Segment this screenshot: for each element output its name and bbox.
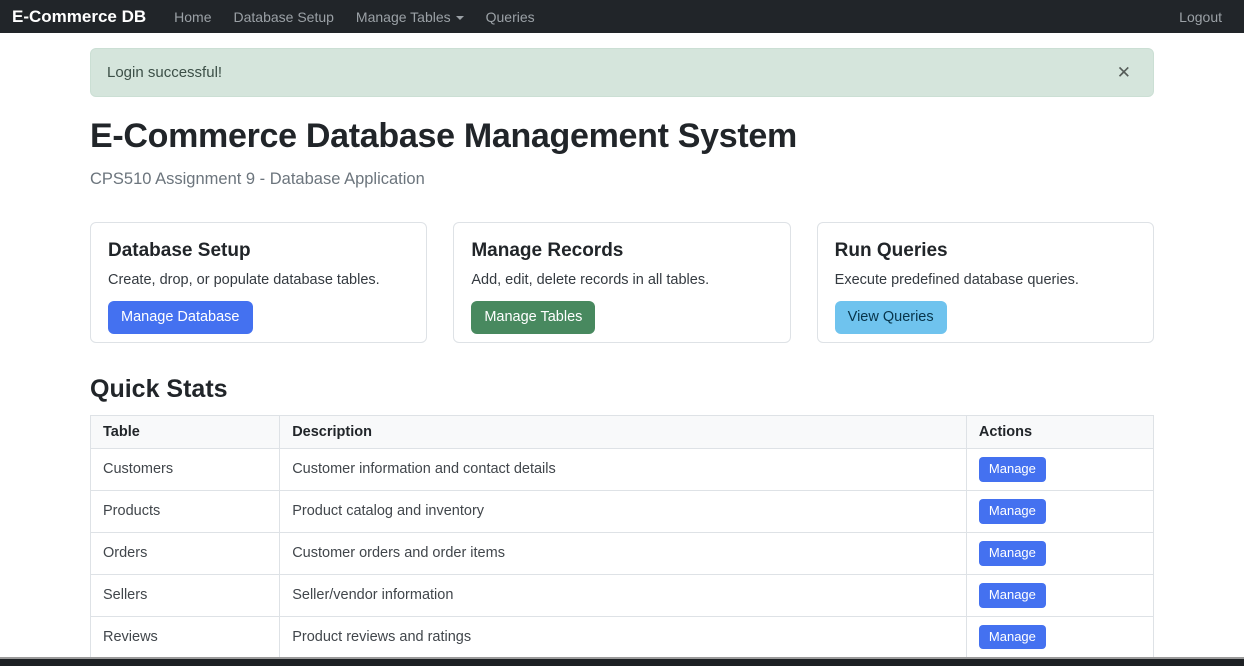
manage-customers-button[interactable]: Manage — [979, 457, 1046, 482]
cell-description: Product reviews and ratings — [280, 616, 967, 658]
card-title: Database Setup — [108, 240, 409, 262]
card-manage-records: Manage Records Add, edit, delete records… — [453, 222, 790, 343]
page-title: E-Commerce Database Management System — [90, 117, 1154, 156]
column-header-actions: Actions — [966, 416, 1153, 449]
table-row-customers: Customers Customer information and conta… — [91, 449, 1154, 491]
cell-table-name: Orders — [91, 532, 280, 574]
view-queries-button[interactable]: View Queries — [835, 301, 947, 334]
cell-description: Product catalog and inventory — [280, 490, 967, 532]
manage-orders-button[interactable]: Manage — [979, 541, 1046, 566]
action-cards-row: Database Setup Create, drop, or populate… — [90, 222, 1154, 343]
close-icon[interactable]: ✕ — [1111, 62, 1137, 83]
nav-item-manage-tables-label: Manage Tables — [356, 9, 451, 25]
navbar-brand[interactable]: E-Commerce DB — [12, 7, 146, 27]
navbar-links: Home Database Setup Manage Tables Querie… — [164, 3, 545, 31]
quick-stats-table: Table Description Actions Customers Cust… — [90, 415, 1154, 658]
page-subtitle: CPS510 Assignment 9 - Database Applicati… — [90, 170, 1154, 189]
table-row-sellers: Sellers Seller/vendor information Manage — [91, 574, 1154, 616]
card-description: Create, drop, or populate database table… — [108, 272, 409, 288]
card-title: Manage Records — [471, 240, 772, 262]
manage-products-button[interactable]: Manage — [979, 499, 1046, 524]
cell-table-name: Sellers — [91, 574, 280, 616]
footer-bar — [0, 657, 1244, 666]
table-row-orders: Orders Customer orders and order items M… — [91, 532, 1154, 574]
cell-description: Customer orders and order items — [280, 532, 967, 574]
cell-description: Customer information and contact details — [280, 449, 967, 491]
nav-item-manage-tables[interactable]: Manage Tables — [346, 3, 474, 31]
nav-item-home[interactable]: Home — [164, 3, 221, 31]
top-navbar: E-Commerce DB Home Database Setup Manage… — [0, 0, 1244, 33]
cell-description: Seller/vendor information — [280, 574, 967, 616]
table-header-row: Table Description Actions — [91, 416, 1154, 449]
cell-table-name: Customers — [91, 449, 280, 491]
card-title: Run Queries — [835, 240, 1136, 262]
card-description: Execute predefined database queries. — [835, 272, 1136, 288]
nav-item-queries[interactable]: Queries — [476, 3, 545, 31]
card-description: Add, edit, delete records in all tables. — [471, 272, 772, 288]
login-success-alert: Login successful! ✕ — [90, 48, 1154, 97]
table-row-reviews: Reviews Product reviews and ratings Mana… — [91, 616, 1154, 658]
manage-sellers-button[interactable]: Manage — [979, 583, 1046, 608]
column-header-table: Table — [91, 416, 280, 449]
cell-table-name: Reviews — [91, 616, 280, 658]
column-header-description: Description — [280, 416, 967, 449]
manage-tables-button[interactable]: Manage Tables — [471, 301, 595, 334]
nav-item-logout[interactable]: Logout — [1169, 3, 1232, 31]
quick-stats-heading: Quick Stats — [90, 375, 1154, 404]
cell-table-name: Products — [91, 490, 280, 532]
nav-item-database-setup[interactable]: Database Setup — [224, 3, 344, 31]
caret-down-icon — [456, 16, 464, 20]
manage-database-button[interactable]: Manage Database — [108, 301, 253, 334]
alert-message: Login successful! — [107, 64, 222, 81]
table-row-products: Products Product catalog and inventory M… — [91, 490, 1154, 532]
card-database-setup: Database Setup Create, drop, or populate… — [90, 222, 427, 343]
manage-reviews-button[interactable]: Manage — [979, 625, 1046, 650]
card-run-queries: Run Queries Execute predefined database … — [817, 222, 1154, 343]
